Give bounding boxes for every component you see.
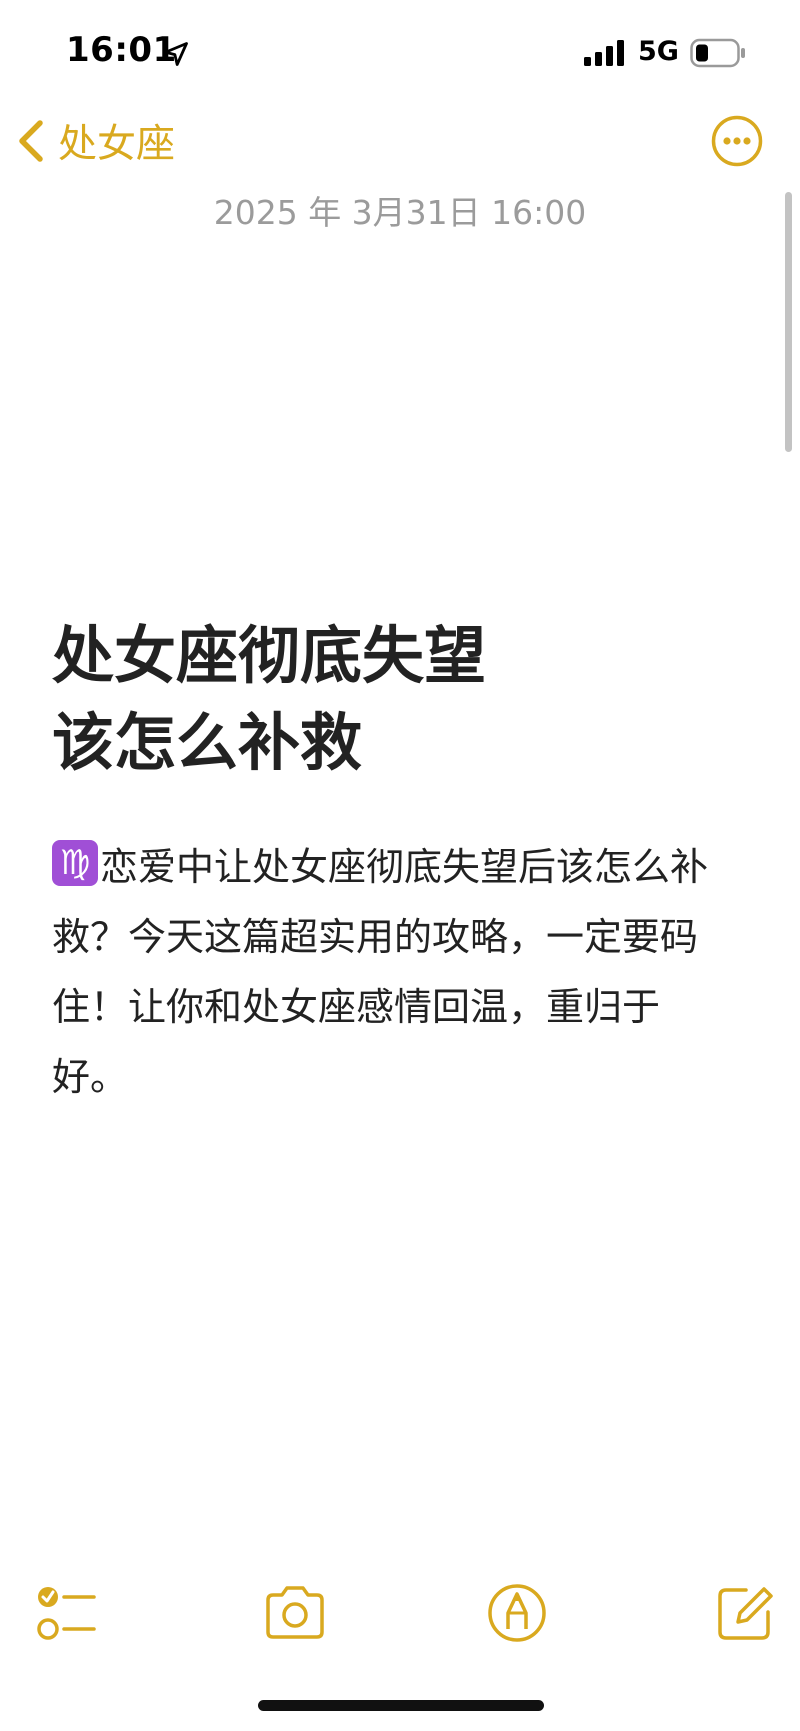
note-body[interactable]: ♍ 恋爱中让处女座彻底失望后该怎么补 救？今天这篇超实用的攻略，一定要码 住！让你… [52,832,752,1112]
note-title-line: 该怎么补救 [52,706,363,779]
note-body-line: ♍ 恋爱中让处女座彻底失望后该怎么补 [52,832,752,902]
back-button[interactable]: 处女座 [14,112,175,170]
virgo-emoji-icon: ♍ [52,840,98,886]
checklist-icon[interactable] [34,1580,100,1646]
markup-pen-icon[interactable] [484,1580,550,1646]
status-time: 16:01 [66,30,177,70]
location-arrow-icon [164,42,188,66]
camera-icon[interactable] [262,1580,328,1646]
scrollbar[interactable] [785,192,792,452]
network-type: 5G [638,36,679,67]
back-label: 处女座 [58,122,176,167]
ellipsis-circle-icon[interactable] [710,114,764,168]
chevron-left-icon [19,120,43,162]
note-title[interactable]: 处女座彻底失望 该怎么补救 [52,612,752,786]
note-body-line: 住！让你和处女座感情回温，重归于 [52,985,661,1029]
battery-icon [690,38,745,68]
cellular-signal-icon [584,40,624,66]
note-date: 2025 年 3月31日 16:00 [213,193,587,232]
home-indicator[interactable] [258,1700,544,1711]
note-title-line: 处女座彻底失望 [52,619,487,692]
note-body-line: 救？今天这篇超实用的攻略，一定要码 [52,915,699,959]
note-body-line: 好。 [52,1055,129,1099]
compose-icon[interactable] [712,1580,778,1646]
